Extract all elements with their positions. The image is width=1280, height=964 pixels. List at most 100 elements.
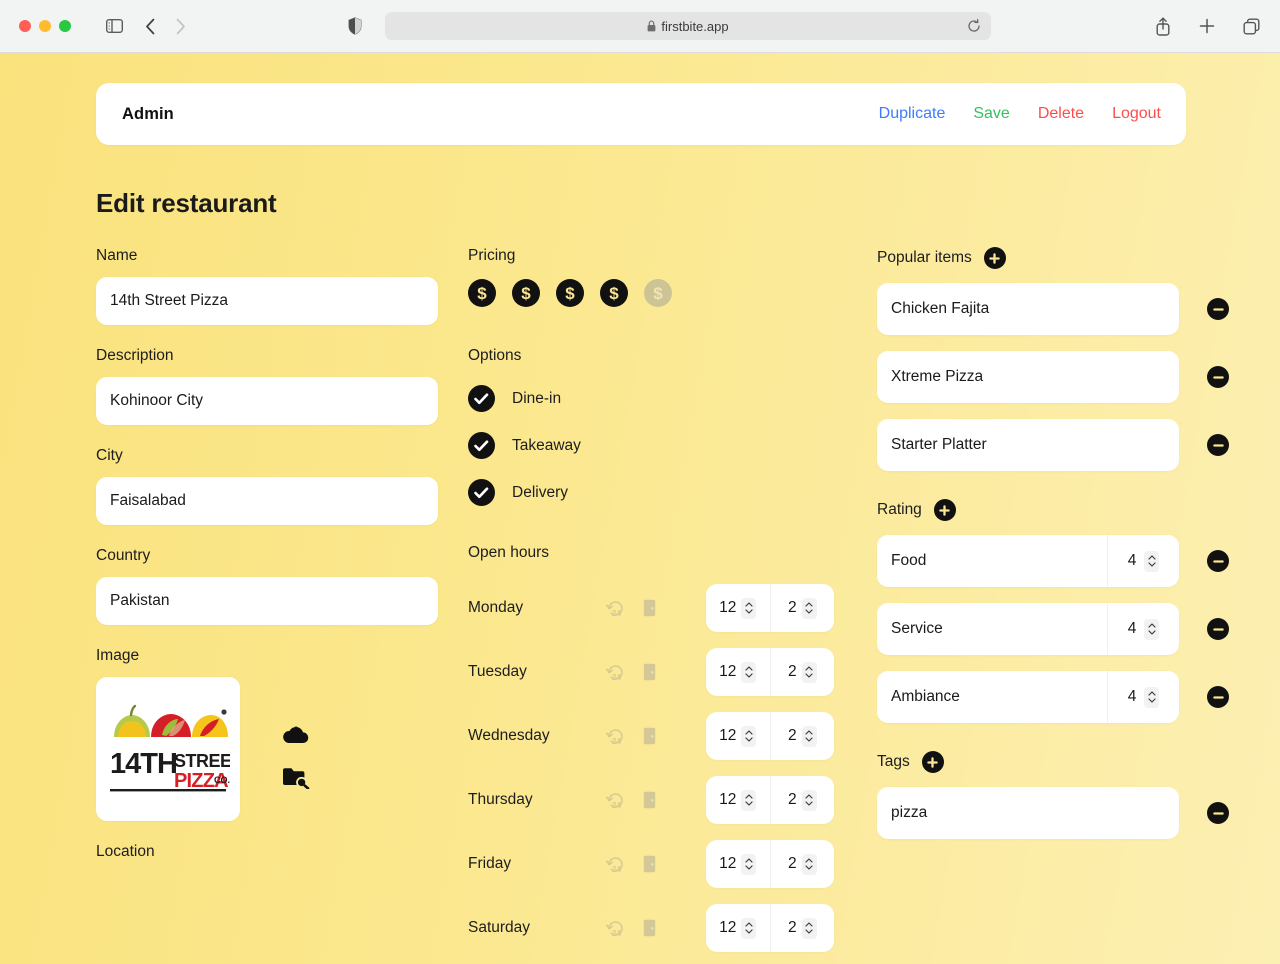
close-time-field[interactable]: 2 (769, 648, 835, 696)
check-icon (468, 385, 495, 412)
time-stepper[interactable] (741, 661, 757, 683)
tab-overview-icon[interactable] (1236, 11, 1266, 41)
close-time-value: 2 (787, 791, 797, 808)
tag-input[interactable] (877, 787, 1179, 839)
open-time-field[interactable]: 12 (706, 776, 770, 824)
svg-text:24: 24 (612, 801, 621, 810)
option-label: Takeaway (512, 436, 581, 454)
reload-icon[interactable] (963, 15, 985, 37)
pricing-dollar-4[interactable]: $ (600, 279, 628, 307)
add-popular-item-button[interactable] (983, 247, 1006, 269)
door-icon[interactable] (643, 919, 656, 937)
open-time-field[interactable]: 12 (706, 584, 770, 632)
rating-value[interactable]: 4 (1128, 620, 1137, 638)
remove-rating-button[interactable] (1207, 550, 1229, 572)
option-dine-in[interactable]: Dine-in (468, 385, 842, 412)
cloud-upload-icon[interactable] (282, 724, 310, 746)
time-stepper[interactable] (801, 725, 817, 747)
time-stepper[interactable] (741, 917, 757, 939)
popular-item-input[interactable] (877, 351, 1179, 403)
remove-popular-item-button[interactable] (1207, 366, 1229, 388)
open-time-field[interactable]: 12 (706, 904, 770, 952)
option-delivery[interactable]: Delivery (468, 479, 842, 506)
maximize-window-button[interactable] (59, 20, 71, 32)
sidebar-toggle-icon[interactable] (99, 11, 129, 41)
rotate-24h-icon[interactable]: 24 (606, 663, 625, 682)
popular-item-input[interactable] (877, 419, 1179, 471)
time-stepper[interactable] (741, 789, 757, 811)
add-tag-button[interactable] (921, 751, 944, 773)
open-time-field[interactable]: 12 (706, 648, 770, 696)
remove-popular-item-button[interactable] (1207, 298, 1229, 320)
rating-value[interactable]: 4 (1128, 688, 1137, 706)
close-time-field[interactable]: 2 (769, 584, 835, 632)
time-stepper[interactable] (741, 597, 757, 619)
time-stepper[interactable] (741, 725, 757, 747)
tag-row (877, 787, 1229, 839)
location-label: Location (96, 843, 155, 860)
logout-button[interactable]: Logout (1112, 105, 1161, 123)
close-window-button[interactable] (19, 20, 31, 32)
share-icon[interactable] (1148, 11, 1178, 41)
day-toggles: 24 (606, 919, 694, 938)
rating-name: Food (891, 552, 927, 569)
door-icon[interactable] (643, 791, 656, 809)
option-takeaway[interactable]: Takeaway (468, 432, 842, 459)
column-right: Popular items Chicken Fajita Xtreme Pizz… (877, 247, 1229, 964)
rotate-24h-icon[interactable]: 24 (606, 855, 625, 874)
time-stepper[interactable] (801, 597, 817, 619)
duplicate-button[interactable]: Duplicate (879, 105, 946, 123)
chevron-right-icon[interactable] (165, 11, 195, 41)
chevron-left-icon[interactable] (135, 11, 165, 41)
rotate-24h-icon[interactable]: 24 (606, 727, 625, 746)
shield-icon[interactable] (348, 17, 362, 35)
pricing-dollar-5[interactable]: $ (644, 279, 672, 307)
door-icon[interactable] (643, 599, 656, 617)
pricing-dollar-2[interactable]: $ (512, 279, 540, 307)
open-time-field[interactable]: 12 (706, 840, 770, 888)
rotate-24h-icon[interactable]: 24 (606, 599, 625, 618)
form-columns: Name Description City Country Image (0, 247, 1280, 964)
remove-popular-item-button[interactable] (1207, 434, 1229, 456)
remove-tag-button[interactable] (1207, 802, 1229, 824)
time-stepper[interactable] (741, 853, 757, 875)
folder-search-icon[interactable] (282, 766, 310, 789)
close-time-field[interactable]: 2 (769, 904, 835, 952)
rotate-24h-icon[interactable]: 24 (606, 791, 625, 810)
lock-icon (647, 20, 656, 32)
close-time-field[interactable]: 2 (769, 840, 835, 888)
time-stepper[interactable] (801, 917, 817, 939)
pricing-dollar-3[interactable]: $ (556, 279, 584, 307)
close-time-field[interactable]: 2 (769, 712, 835, 760)
rating-value[interactable]: 4 (1128, 552, 1137, 570)
close-time-field[interactable]: 2 (769, 776, 835, 824)
rating-row: Food 4 (877, 535, 1229, 587)
country-input[interactable] (96, 577, 438, 625)
door-icon[interactable] (643, 663, 656, 681)
rating-header: Rating (877, 499, 1229, 521)
save-button[interactable]: Save (973, 105, 1009, 123)
plus-icon[interactable] (1192, 11, 1222, 41)
minimize-window-button[interactable] (39, 20, 51, 32)
add-rating-button[interactable] (933, 499, 956, 521)
city-input[interactable] (96, 477, 438, 525)
door-icon[interactable] (643, 727, 656, 745)
rotate-24h-icon[interactable]: 24 (606, 919, 625, 938)
address-bar[interactable]: firstbite.app (385, 12, 991, 40)
time-stepper[interactable] (801, 661, 817, 683)
description-input[interactable] (96, 377, 438, 425)
popular-item-input[interactable] (877, 283, 1179, 335)
rating-stepper[interactable] (1144, 686, 1160, 708)
rating-stepper[interactable] (1144, 618, 1160, 640)
time-stepper[interactable] (801, 789, 817, 811)
delete-button[interactable]: Delete (1038, 105, 1084, 123)
open-hours-label: Open hours (468, 544, 549, 561)
remove-rating-button[interactable] (1207, 686, 1229, 708)
name-input[interactable] (96, 277, 438, 325)
open-time-field[interactable]: 12 (706, 712, 770, 760)
door-icon[interactable] (643, 855, 656, 873)
time-stepper[interactable] (801, 853, 817, 875)
rating-stepper[interactable] (1144, 550, 1160, 572)
pricing-dollar-1[interactable]: $ (468, 279, 496, 307)
remove-rating-button[interactable] (1207, 618, 1229, 640)
